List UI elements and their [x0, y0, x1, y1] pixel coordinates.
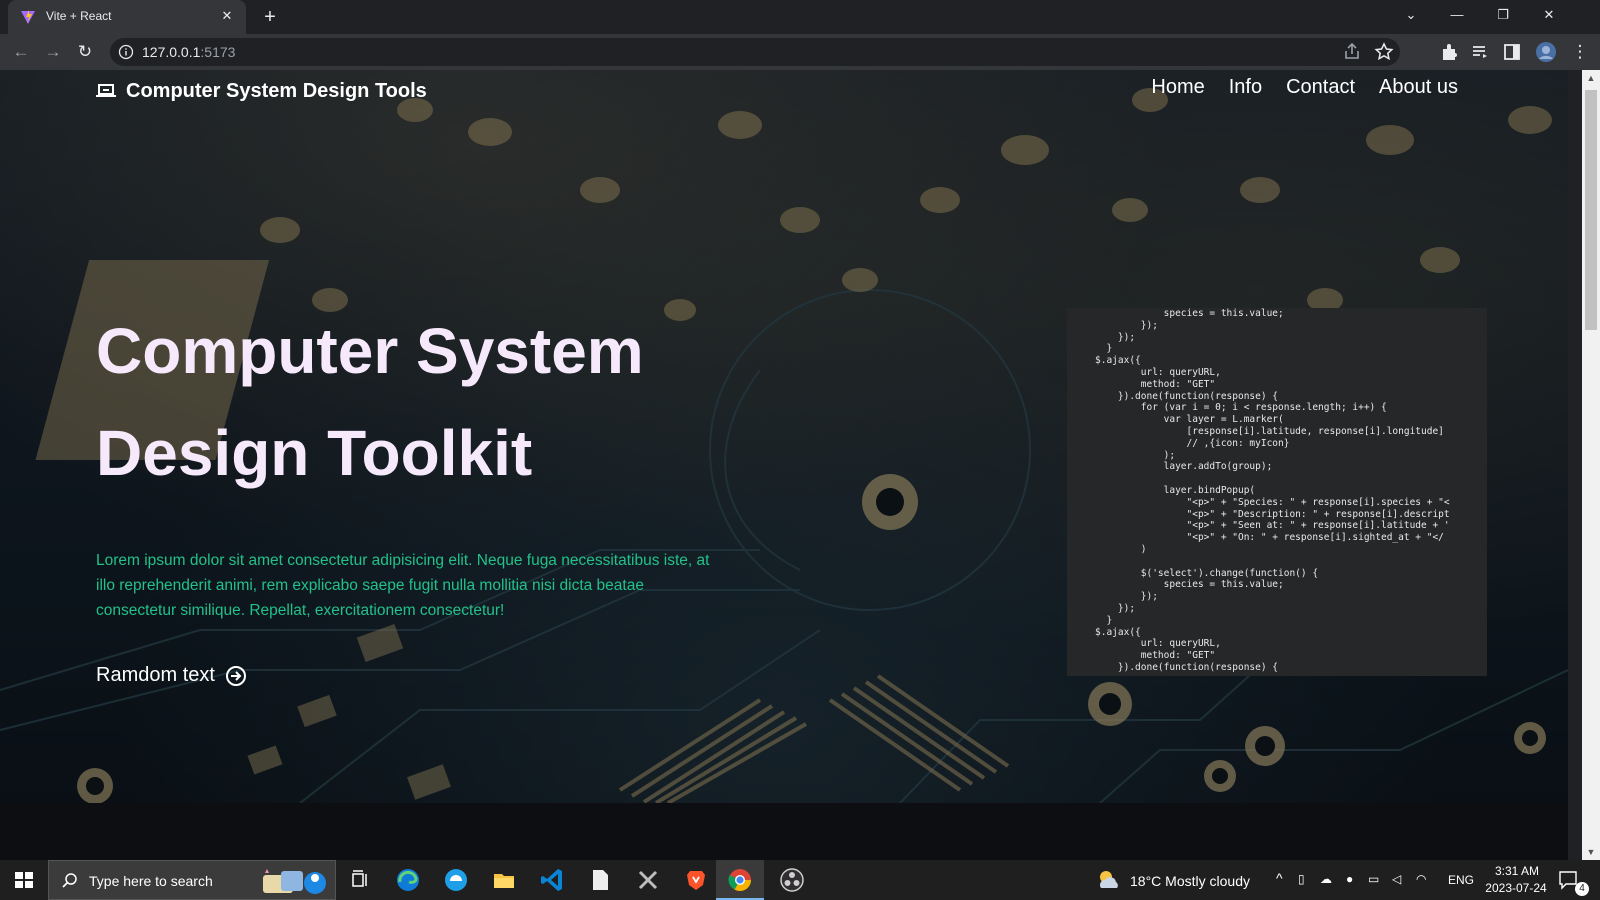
tab-close-button[interactable]: ✕	[218, 7, 236, 25]
back-arrow-icon[interactable]: ←	[9, 40, 33, 64]
browser-menu-icon[interactable]: ⋮	[1568, 40, 1592, 64]
hero-title: Computer System Design Toolkit	[96, 300, 756, 504]
obs-studio-icon[interactable]	[777, 865, 807, 895]
nav-link-home[interactable]: Home	[1151, 76, 1204, 99]
reading-list-icon[interactable]	[1468, 40, 1492, 64]
address-bar[interactable]: 127.0.0.1:5173	[110, 38, 1400, 66]
code-snippet-image: species = this.value; }); }); } $.ajax({…	[1067, 308, 1487, 676]
browser-tab[interactable]: Vite + React ✕	[8, 0, 246, 34]
onedrive-cloud-icon[interactable]: ☁	[1320, 872, 1332, 886]
bookmark-star-icon[interactable]	[1372, 40, 1396, 64]
volume-muted-icon[interactable]: ◁	[1392, 872, 1401, 886]
task-view-icon[interactable]	[345, 865, 375, 895]
tab-search-chevron-icon[interactable]: ⌄	[1388, 0, 1434, 30]
page-scrollbar[interactable]: ▲ ▼	[1568, 70, 1600, 860]
vite-logo-icon	[21, 10, 35, 24]
search-placeholder: Type here to search	[89, 873, 213, 889]
forward-arrow-icon[interactable]: →	[41, 40, 65, 64]
site-brand[interactable]: Computer System Design Tools	[96, 78, 427, 104]
site-title: Computer System Design Tools	[126, 79, 427, 102]
scroll-up-arrow-icon[interactable]: ▲	[1582, 70, 1600, 86]
notepad-icon[interactable]	[585, 865, 615, 895]
url-text: 127.0.0.1:5173	[142, 44, 235, 60]
url-host: 127.0.0.1	[142, 44, 201, 60]
arrow-right-circle-icon	[225, 665, 246, 686]
chrome-taskbar-active[interactable]	[716, 860, 764, 900]
windows-taskbar: Type here to search 18°C Mostly cloudy ^…	[0, 860, 1600, 900]
nav-link-info[interactable]: Info	[1229, 76, 1262, 99]
extensions-puzzle-icon[interactable]	[1438, 40, 1462, 64]
page-viewport: Computer System Design Tools Home Info C…	[0, 70, 1568, 860]
search-icon	[62, 873, 77, 888]
brave-browser-icon[interactable]	[681, 865, 711, 895]
site-info-icon[interactable]	[118, 44, 134, 60]
share-icon[interactable]	[1340, 40, 1364, 64]
close-window-button[interactable]: ✕	[1526, 0, 1572, 30]
language-indicator[interactable]: ENG	[1448, 873, 1474, 887]
reload-icon[interactable]: ↻	[73, 40, 97, 64]
top-navigation: Home Info Contact About us	[1151, 76, 1458, 99]
hero-title-line-1: Computer System	[96, 315, 644, 387]
tray-show-hidden-icon[interactable]: ^	[1276, 870, 1283, 886]
vscode-icon[interactable]	[537, 865, 567, 895]
scroll-thumb[interactable]	[1585, 90, 1597, 330]
app-x-icon[interactable]	[633, 865, 663, 895]
browser-tabstrip: Vite + React ✕ + ⌄ — ❐ ✕	[0, 0, 1600, 34]
windows-start-icon[interactable]	[0, 860, 48, 900]
code-snippet-text: species = this.value; }); }); } $.ajax({…	[1095, 308, 1450, 673]
weather-cloud-icon[interactable]	[1095, 868, 1123, 892]
clock-date[interactable]: 2023-07-24	[1480, 881, 1552, 895]
wifi-icon[interactable]: ◠	[1416, 872, 1426, 886]
clock-time[interactable]: 3:31 AM	[1492, 864, 1542, 878]
tab-title: Vite + React	[46, 9, 112, 23]
tray-device-icon[interactable]: ▯	[1298, 872, 1305, 886]
url-port: :5173	[200, 44, 236, 60]
profile-avatar[interactable]	[1534, 40, 1558, 64]
hero-title-line-2: Design Toolkit	[96, 417, 533, 489]
edge-browser-icon[interactable]	[393, 865, 423, 895]
search-highlights-icon[interactable]	[257, 865, 331, 897]
page-below-hero	[0, 803, 1568, 860]
weather-text[interactable]: 18°C Mostly cloudy	[1130, 873, 1250, 889]
side-panel-icon[interactable]	[1500, 40, 1524, 64]
cta-link[interactable]: Ramdom text	[96, 664, 247, 687]
store-app-icon[interactable]	[441, 865, 471, 895]
taskbar-search-box[interactable]: Type here to search	[48, 860, 336, 900]
file-explorer-icon[interactable]	[489, 865, 519, 895]
nav-link-contact[interactable]: Contact	[1286, 76, 1355, 99]
cta-label: Ramdom text	[96, 664, 215, 686]
nav-link-about-us[interactable]: About us	[1379, 76, 1458, 99]
chrome-browser-icon	[728, 869, 751, 891]
browser-toolbar: ← → ↻ 127.0.0.1:5173 ⋮	[0, 34, 1600, 70]
hero-description: Lorem ipsum dolor sit amet consectetur a…	[96, 552, 710, 619]
notification-count-badge: 4	[1575, 882, 1589, 896]
scroll-down-arrow-icon[interactable]: ▼	[1582, 844, 1600, 860]
minimize-button[interactable]: —	[1434, 0, 1480, 30]
new-tab-button[interactable]: +	[258, 5, 282, 29]
battery-icon[interactable]: ▭	[1368, 872, 1379, 886]
laptop-icon	[96, 84, 116, 97]
restore-button[interactable]: ❐	[1480, 0, 1526, 30]
hero-section: Computer System Design Tools Home Info C…	[0, 70, 1568, 803]
microphone-icon[interactable]: ●	[1346, 872, 1353, 886]
